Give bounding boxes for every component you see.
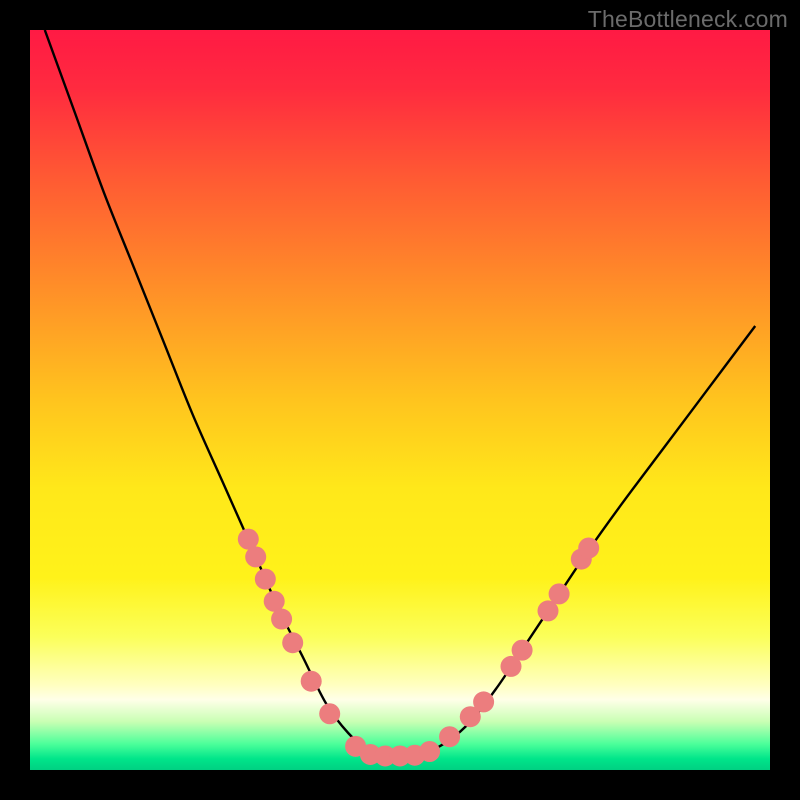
data-marker — [319, 703, 340, 724]
data-marker — [255, 569, 276, 590]
data-marker — [245, 546, 266, 567]
data-marker — [301, 671, 322, 692]
data-marker — [512, 640, 533, 661]
data-marker — [282, 632, 303, 653]
watermark-text: TheBottleneck.com — [588, 6, 788, 33]
data-marker — [578, 538, 599, 559]
data-marker — [439, 726, 460, 747]
data-marker — [549, 583, 570, 604]
data-marker — [271, 609, 292, 630]
data-marker — [473, 691, 494, 712]
chart-frame: TheBottleneck.com — [0, 0, 800, 800]
plot-area — [30, 30, 770, 770]
bottleneck-curve — [30, 30, 770, 770]
data-marker — [419, 741, 440, 762]
